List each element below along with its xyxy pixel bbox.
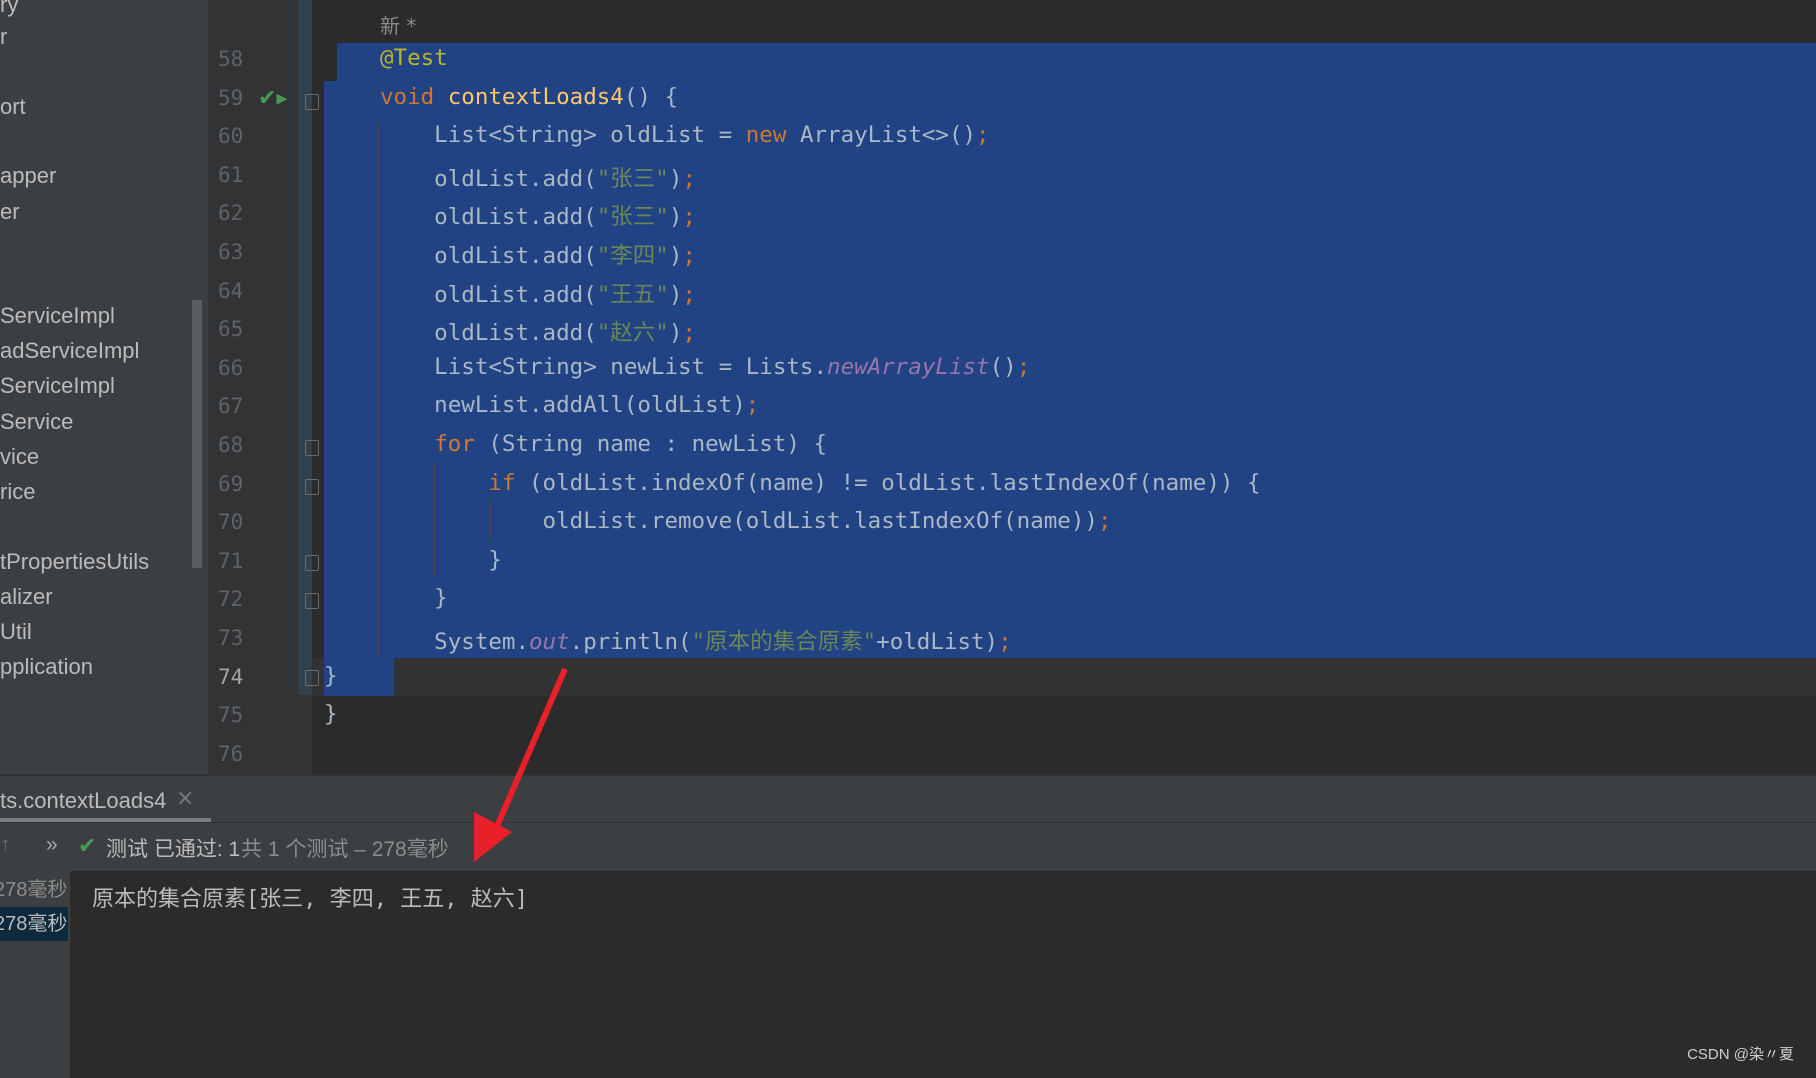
arrow-shaft: [489, 667, 568, 840]
arrow-head: [474, 812, 512, 862]
red-arrow-annotation: [474, 667, 568, 862]
